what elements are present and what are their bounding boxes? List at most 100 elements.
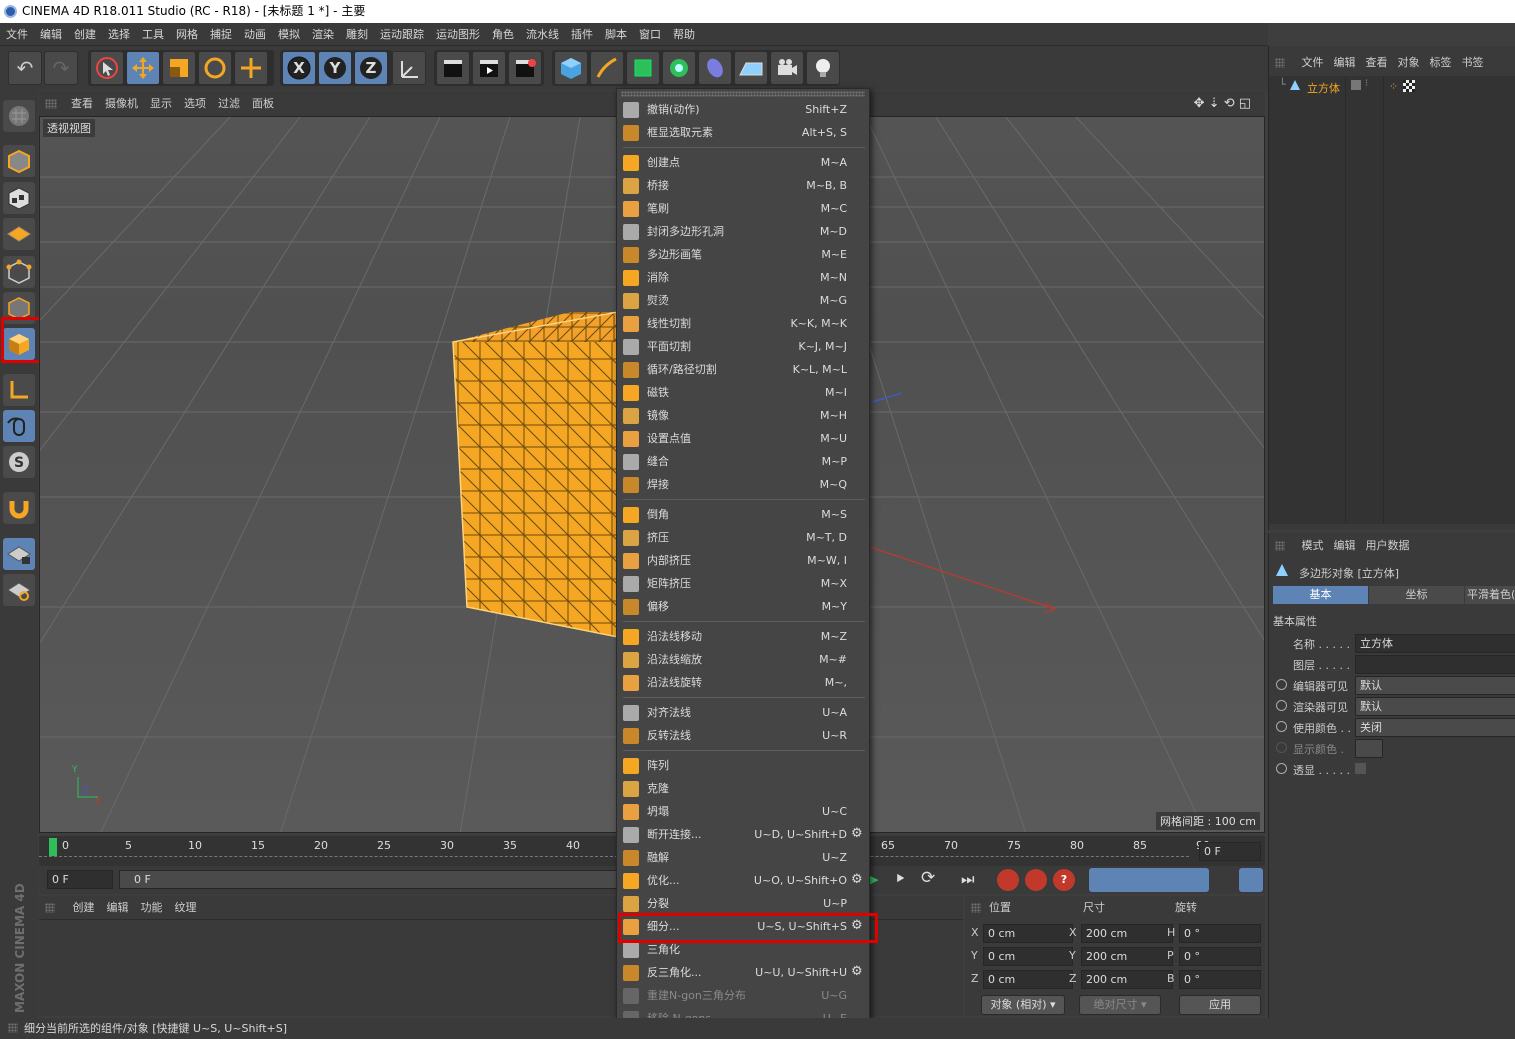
size-field[interactable]: 200 cm	[1081, 970, 1173, 989]
menu-item[interactable]: 沿法线移动 M~Z	[619, 625, 867, 648]
menu-item[interactable]: 桥接 M~B, B	[619, 174, 867, 197]
position-field[interactable]: 0 cm	[983, 924, 1073, 943]
tab-basic[interactable]: 基本	[1273, 586, 1368, 604]
size-field[interactable]: 200 cm	[1081, 924, 1173, 943]
menu-file[interactable]: 文件	[0, 23, 34, 46]
coordinate-system-button[interactable]	[392, 51, 426, 85]
menu-item[interactable]: 线性切割 K~K, M~K	[619, 312, 867, 335]
phong-tag-icon[interactable]: ⁘	[1389, 80, 1398, 93]
model-mode-button[interactable]	[3, 145, 35, 177]
menu-item[interactable]: 反转法线 U~R	[619, 724, 867, 747]
menu-item[interactable]: 反三角化... U~U, U~Shift+U ⚙	[619, 961, 867, 984]
menu-script[interactable]: 脚本	[599, 23, 633, 46]
grip-handle[interactable]	[1275, 58, 1285, 68]
menu-item[interactable]: 细分... U~S, U~Shift+S ⚙	[619, 915, 867, 938]
menu-render[interactable]: 渲染	[306, 23, 340, 46]
display-color-swatch[interactable]	[1355, 739, 1383, 758]
menu-simulate[interactable]: 模拟	[272, 23, 306, 46]
solo-button[interactable]: S	[3, 446, 35, 478]
menu-item[interactable]: 克隆	[619, 777, 867, 800]
add-cloner-button[interactable]	[662, 51, 696, 85]
mat-menu-create[interactable]: 创建	[67, 901, 101, 914]
menu-tools[interactable]: 工具	[136, 23, 170, 46]
obj-menu-objects[interactable]: 对象	[1393, 56, 1425, 69]
live-selection-button[interactable]	[90, 51, 124, 85]
object-row-cube[interactable]: └ 立方体 ⁝ ⁘	[1269, 78, 1515, 96]
viewport-menu-filter[interactable]: 过滤	[212, 91, 246, 116]
grip-handle[interactable]	[45, 903, 55, 913]
polygon-cube[interactable]	[452, 311, 619, 638]
tweak-mode-button[interactable]	[3, 410, 35, 442]
tab-phong[interactable]: 平滑着色(	[1465, 586, 1515, 604]
mat-menu-function[interactable]: 功能	[135, 901, 169, 914]
menu-item[interactable]: 多边形画笔 M~E	[619, 243, 867, 266]
viewport-nav-icons[interactable]: ✥ ⇣ ⟲ ◱	[1188, 91, 1257, 116]
attr-menu-userdata[interactable]: 用户数据	[1361, 539, 1415, 552]
menu-item[interactable]: 阵列	[619, 754, 867, 777]
add-floor-button[interactable]	[734, 51, 768, 85]
obj-menu-bookmarks[interactable]: 书签	[1457, 56, 1489, 69]
attr-text-field[interactable]: 立方体	[1355, 634, 1515, 653]
position-field[interactable]: 0 cm	[983, 947, 1073, 966]
points-mode-button[interactable]	[3, 256, 35, 288]
menu-item[interactable]: 倒角 M~S	[619, 503, 867, 526]
viewport-menu-options[interactable]: 选项	[178, 91, 212, 116]
gear-icon[interactable]: ⚙	[851, 873, 865, 887]
add-light-button[interactable]	[806, 51, 840, 85]
viewport-menu-display[interactable]: 显示	[144, 91, 178, 116]
loop-button[interactable]: ⟳	[921, 868, 935, 888]
attr-menu-edit[interactable]: 编辑	[1329, 539, 1361, 552]
rotation-field[interactable]: 0 °	[1179, 924, 1261, 943]
obj-menu-file[interactable]: 文件	[1297, 56, 1329, 69]
animate-radio[interactable]	[1276, 763, 1287, 774]
menu-item[interactable]: 沿法线缩放 M~#	[619, 648, 867, 671]
obj-menu-tags[interactable]: 标签	[1425, 56, 1457, 69]
attr-dropdown[interactable]: 关闭	[1355, 718, 1515, 737]
menu-character[interactable]: 角色	[486, 23, 520, 46]
position-field[interactable]: 0 cm	[983, 970, 1073, 989]
add-deformer-button[interactable]	[698, 51, 732, 85]
menu-item[interactable]: 循环/路径切割 K~L, M~L	[619, 358, 867, 381]
menu-tearoff-grip[interactable]	[621, 91, 865, 97]
menu-item[interactable]: 偏移 M~Y	[619, 595, 867, 618]
tab-coord[interactable]: 坐标	[1369, 586, 1464, 604]
visibility-dots-icon[interactable]: ⁝	[1365, 78, 1368, 89]
render-settings-button[interactable]	[508, 51, 542, 85]
render-view-button[interactable]	[436, 51, 470, 85]
current-frame-field[interactable]: 0 F	[47, 870, 113, 889]
rotation-field[interactable]: 0 °	[1179, 947, 1261, 966]
move-tool-button[interactable]	[126, 51, 160, 85]
record-key-button[interactable]	[997, 869, 1019, 891]
menu-item[interactable]: 撤销(动作) Shift+Z	[619, 98, 867, 121]
add-spline-pen-button[interactable]	[590, 51, 624, 85]
menu-item[interactable]: 焊接 M~Q	[619, 473, 867, 496]
menu-item[interactable]: 平面切割 K~J, M~J	[619, 335, 867, 358]
menu-item[interactable]: 三角化	[619, 938, 867, 961]
menu-item[interactable]: 镜像 M~H	[619, 404, 867, 427]
animate-radio[interactable]	[1276, 721, 1287, 732]
coord-mode-dropdown[interactable]: 对象 (相对) ▾	[981, 995, 1065, 1015]
viewport-menu-camera[interactable]: 摄像机	[99, 91, 144, 116]
auto-key-button[interactable]	[1025, 869, 1047, 891]
viewport-menu-panel[interactable]: 面板	[246, 91, 280, 116]
add-camera-button[interactable]	[770, 51, 804, 85]
menu-item[interactable]: 熨烫 M~G	[619, 289, 867, 312]
menu-item[interactable]: 矩阵挤压 M~X	[619, 572, 867, 595]
menu-item[interactable]: 重建N-gon三角分布 U~G	[619, 984, 867, 1007]
recent-tool-button[interactable]	[234, 51, 268, 85]
menu-animate[interactable]: 动画	[238, 23, 272, 46]
add-cube-button[interactable]	[554, 51, 588, 85]
size-mode-dropdown[interactable]: 绝对尺寸 ▾	[1079, 995, 1161, 1015]
gear-icon[interactable]: ⚙	[851, 827, 865, 841]
animate-radio[interactable]	[1276, 742, 1287, 753]
menu-motion-tracking[interactable]: 运动跟踪	[374, 23, 430, 46]
grip-handle[interactable]	[45, 99, 57, 109]
playhead[interactable]	[49, 838, 57, 856]
layer-icon[interactable]	[1351, 80, 1361, 90]
menu-item[interactable]: 设置点值 M~U	[619, 427, 867, 450]
menu-mograph[interactable]: 运动图形	[430, 23, 486, 46]
z-axis-lock-button[interactable]: Z	[354, 51, 388, 85]
menu-plugins[interactable]: 插件	[565, 23, 599, 46]
menu-item[interactable]: 创建点 M~A	[619, 151, 867, 174]
undo-button[interactable]: ↶	[8, 51, 42, 85]
